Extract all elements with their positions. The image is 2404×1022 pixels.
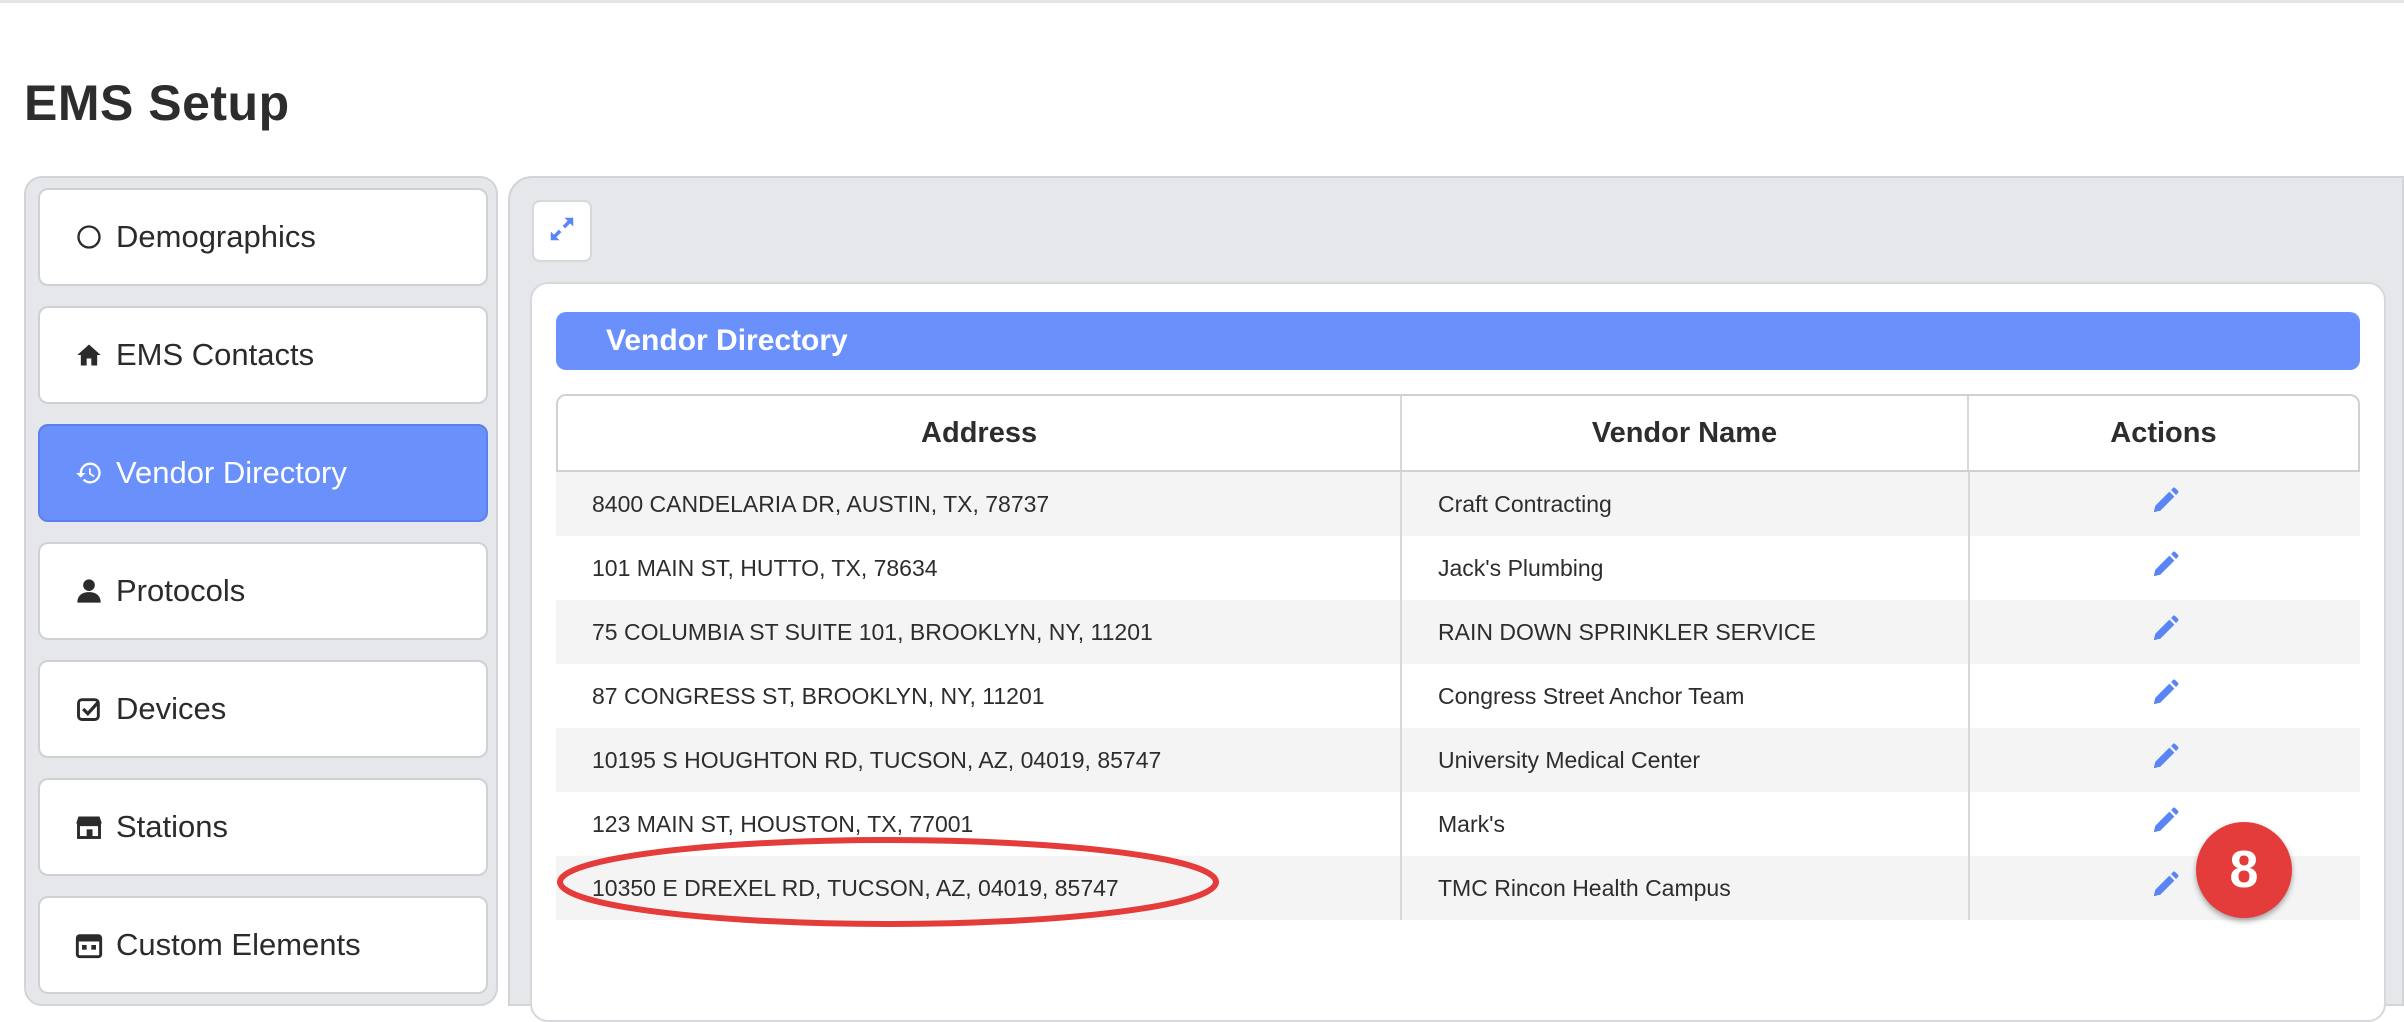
address-cell: 10195 S HOUGHTON RD, TUCSON, AZ, 04019, … <box>556 728 1402 792</box>
address-cell: 75 COLUMBIA ST SUITE 101, BROOKLYN, NY, … <box>556 600 1402 664</box>
annotation-badge: 8 <box>2196 822 2292 918</box>
annotation-ellipse <box>557 837 1219 927</box>
pencil-icon[interactable] <box>2150 870 2180 906</box>
pencil-icon[interactable] <box>2150 550 2180 586</box>
table-row: 8400 CANDELARIA DR, AUSTIN, TX, 78737 Cr… <box>556 472 2360 536</box>
vendor-name-cell: Congress Street Anchor Team <box>1402 664 1970 728</box>
user-icon <box>74 576 104 606</box>
vendor-name-cell: Jack's Plumbing <box>1402 536 1970 600</box>
column-header-address[interactable]: Address <box>558 396 1403 470</box>
vendor-name-cell: RAIN DOWN SPRINKLER SERVICE <box>1402 600 1970 664</box>
expand-icon <box>547 214 577 249</box>
address-cell: 87 CONGRESS ST, BROOKLYN, NY, 11201 <box>556 664 1402 728</box>
expand-button[interactable] <box>532 200 592 262</box>
sidebar-item-devices[interactable]: Devices <box>38 660 488 758</box>
sidebar-item-custom-elements[interactable]: Custom Elements <box>38 896 488 994</box>
sidebar: Demographics EMS Contacts Vendor Directo… <box>24 176 498 1006</box>
history-icon <box>74 458 104 488</box>
address-cell: 101 MAIN ST, HUTTO, TX, 78634 <box>556 536 1402 600</box>
sidebar-item-demographics[interactable]: Demographics <box>38 188 488 286</box>
card-title: Vendor Directory <box>556 312 2360 370</box>
sidebar-item-label: EMS Contacts <box>116 337 315 372</box>
vendor-name-cell: Craft Contracting <box>1402 472 1970 536</box>
top-border <box>0 0 2404 3</box>
vendor-name-cell: Mark's <box>1402 792 1970 856</box>
circle-icon <box>74 222 104 252</box>
home-icon <box>74 340 104 370</box>
sidebar-item-label: Vendor Directory <box>116 455 347 490</box>
sidebar-item-label: Devices <box>116 691 227 726</box>
vendor-name-cell: TMC Rincon Health Campus <box>1402 856 1970 920</box>
sidebar-item-label: Custom Elements <box>116 927 361 962</box>
sidebar-item-label: Stations <box>116 809 229 844</box>
column-header-actions: Actions <box>2110 416 2217 449</box>
sidebar-item-label: Demographics <box>116 219 316 254</box>
pencil-icon[interactable] <box>2150 806 2180 842</box>
table-header: Address Vendor Name Actions <box>556 394 2360 472</box>
store-icon <box>74 812 104 842</box>
sidebar-item-protocols[interactable]: Protocols <box>38 542 488 640</box>
page-title: EMS Setup <box>24 75 290 131</box>
pencil-icon[interactable] <box>2150 678 2180 714</box>
pencil-icon[interactable] <box>2150 742 2180 778</box>
pencil-icon[interactable] <box>2150 486 2180 522</box>
pencil-icon[interactable] <box>2150 614 2180 650</box>
sidebar-item-label: Protocols <box>116 573 246 608</box>
calendar-icon <box>74 930 104 960</box>
sidebar-item-stations[interactable]: Stations <box>38 778 488 876</box>
table-row: 87 CONGRESS ST, BROOKLYN, NY, 11201 Cong… <box>556 664 2360 728</box>
table-row: 10195 S HOUGHTON RD, TUCSON, AZ, 04019, … <box>556 728 2360 792</box>
vendor-name-cell: University Medical Center <box>1402 728 1970 792</box>
sidebar-item-ems-contacts[interactable]: EMS Contacts <box>38 306 488 404</box>
column-header-vendor-name[interactable]: Vendor Name <box>1402 396 1969 470</box>
address-cell: 8400 CANDELARIA DR, AUSTIN, TX, 78737 <box>556 472 1402 536</box>
table-row: 75 COLUMBIA ST SUITE 101, BROOKLYN, NY, … <box>556 600 2360 664</box>
table-row: 101 MAIN ST, HUTTO, TX, 78634 Jack's Plu… <box>556 536 2360 600</box>
sidebar-item-vendor-directory[interactable]: Vendor Directory <box>38 424 488 522</box>
checkbox-icon <box>74 694 104 724</box>
